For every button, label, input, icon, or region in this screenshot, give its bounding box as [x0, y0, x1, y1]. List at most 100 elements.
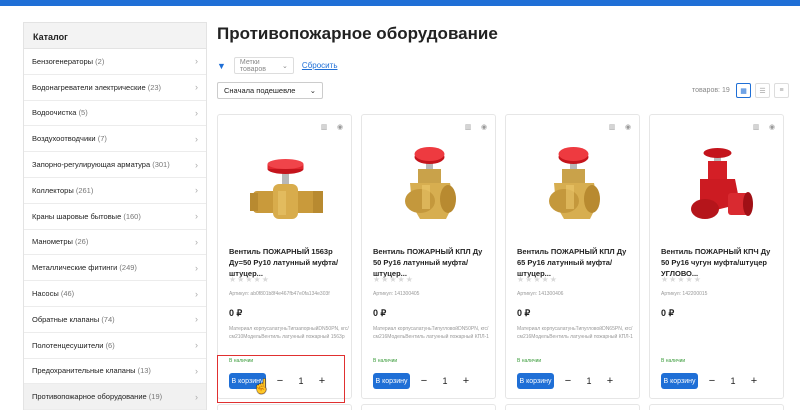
bar-chart-icon[interactable]: ▥ [319, 123, 329, 133]
sidebar-item-label: Полотенцесушители (6) [32, 340, 115, 350]
product-image[interactable] [526, 139, 621, 234]
sidebar-item-label: Предохранительные клапаны (13) [32, 366, 151, 376]
eye-icon[interactable]: ◉ [767, 123, 777, 133]
sidebar-item[interactable]: Полотенцесушители (6) › [24, 333, 206, 359]
sidebar-item-count: (23) [147, 82, 162, 92]
grid-view-icon[interactable]: ▦ [736, 83, 751, 98]
minus-icon[interactable]: − [561, 375, 575, 387]
eye-icon[interactable]: ◉ [479, 123, 489, 133]
product-card[interactable]: ▥ ◉ Вентиль ПОЖАРНЫЙ КПЛ Ду 65 Ру16 латунн… [505, 114, 640, 399]
catalog-header: Каталог [24, 23, 206, 49]
chevron-down-icon: ⌄ [282, 62, 288, 70]
sidebar-item-label: Краны шаровые бытовые (160) [32, 211, 141, 221]
chevron-right-icon: › [195, 82, 198, 93]
card-actions: ▥ ◉ [751, 123, 777, 133]
sidebar-item-count: (6) [105, 340, 115, 350]
product-card[interactable]: ▥ ◉ Вентиль ПОЖАРНЫЙ КПЛ Ду 50 Ру16 латунн… [361, 114, 496, 399]
catalog-sidebar: Каталог Бензогенераторы (2) › Водонагреват… [23, 22, 207, 410]
sidebar-item[interactable]: Обратные клапаны (74) › [24, 307, 206, 333]
sidebar-item[interactable]: Водонагреватели электрические (23) › [24, 75, 206, 101]
sidebar-item-label: Металлические фитинги (249) [32, 263, 137, 273]
filter-row: ▼ Метки товаров ⌄ Сбросить [217, 57, 337, 74]
sidebar-item[interactable]: Водоочистка (5) › [24, 101, 206, 127]
plus-icon[interactable]: + [603, 375, 617, 387]
quantity-value[interactable]: 1 [586, 376, 591, 386]
product-image[interactable] [382, 139, 477, 234]
plus-icon[interactable]: + [747, 375, 761, 387]
next-row-card [505, 404, 640, 410]
product-sku: Артикул: ab0f801b8f4e467fb47e0fa134e303f [229, 291, 330, 297]
rating-stars: ★★★★★ [229, 275, 270, 284]
stock-status: В наличии [517, 358, 542, 364]
sidebar-item-count: (7) [97, 134, 107, 144]
card-actions: ▥ ◉ [463, 123, 489, 133]
sidebar-item[interactable]: Манометры (26) › [24, 230, 206, 256]
product-card[interactable]: ▥ ◉ Вентиль ПОЖАРНЫЙ КПЧ Ду 50 Ру16 чугун … [649, 114, 784, 399]
sidebar-item-count: (74) [101, 314, 115, 324]
product-image[interactable] [670, 139, 765, 234]
quantity-stepper: − 1 + [417, 373, 473, 389]
minus-icon[interactable]: − [705, 375, 719, 387]
sidebar-item[interactable]: Насосы (46) › [24, 281, 206, 307]
sidebar-item-count: (46) [60, 289, 75, 299]
sidebar-item-label: Насосы (46) [32, 289, 75, 299]
add-to-cart-button[interactable]: В корзину [661, 373, 698, 389]
chevron-right-icon: › [195, 107, 198, 118]
sidebar-item[interactable]: Противопожарное оборудование (19) › [24, 384, 206, 410]
product-sku: Артикул: 141300405 [373, 291, 420, 297]
top-accent-bar [0, 0, 800, 6]
sidebar-item-count: (5) [78, 108, 88, 118]
rating-stars: ★★★★★ [373, 275, 414, 284]
sidebar-item-label: Противопожарное оборудование (19) [32, 392, 163, 402]
table-view-icon[interactable]: ≡ [774, 83, 789, 98]
sidebar-item[interactable]: Запорно-регулирующая арматура (301) › [24, 152, 206, 178]
chevron-right-icon: › [195, 262, 198, 273]
chevron-right-icon: › [195, 133, 198, 144]
product-price: 0 ₽ [661, 308, 675, 318]
add-to-cart-button[interactable]: В корзину [373, 373, 410, 389]
chevron-right-icon: › [195, 159, 198, 170]
sidebar-item[interactable]: Металлические фитинги (249) › [24, 255, 206, 282]
product-sku: Артикул: 141300406 [517, 291, 564, 297]
rating-stars: ★★★★★ [517, 275, 558, 284]
sidebar-item[interactable]: Коллекторы (261) › [24, 178, 206, 204]
chevron-right-icon: › [195, 56, 198, 67]
sidebar-item-count: (160) [123, 211, 141, 221]
card-actions: ▥ ◉ [607, 123, 633, 133]
sidebar-item[interactable]: Предохранительные клапаны (13) › [24, 359, 206, 385]
quantity-value[interactable]: 1 [730, 376, 735, 386]
sidebar-item-label: Запорно-регулирующая арматура (301) [32, 160, 170, 170]
product-image[interactable] [238, 139, 333, 234]
highlight-box [217, 355, 345, 403]
hand-cursor-icon: ☝ [253, 378, 271, 394]
bar-chart-icon[interactable]: ▥ [751, 123, 761, 133]
card-actions: ▥ ◉ [319, 123, 345, 133]
quantity-stepper: − 1 + [705, 373, 761, 389]
plus-icon[interactable]: + [459, 375, 473, 387]
products-count: товаров: 19 [692, 87, 730, 94]
sidebar-item-label: Манометры (26) [32, 237, 89, 247]
sidebar-item-label: Водонагреватели электрические (23) [32, 82, 162, 92]
tags-select[interactable]: Метки товаров ⌄ [233, 57, 294, 74]
page-title: Противопожарное оборудование [217, 24, 498, 43]
sidebar-item[interactable]: Бензогенераторы (2) › [24, 49, 206, 75]
quantity-value[interactable]: 1 [442, 376, 447, 386]
sidebar-item[interactable]: Воздухоотводчики (7) › [24, 126, 206, 153]
stock-status: В наличии [661, 358, 686, 364]
chevron-right-icon: › [195, 236, 198, 247]
quantity-stepper: − 1 + [561, 373, 617, 389]
eye-icon[interactable]: ◉ [623, 123, 633, 133]
list-view-icon[interactable]: ☰ [755, 83, 770, 98]
minus-icon[interactable]: − [417, 375, 431, 387]
filter-icon[interactable]: ▼ [217, 61, 226, 71]
add-to-cart-button[interactable]: В корзину [517, 373, 554, 389]
sidebar-item-count: (19) [148, 392, 163, 402]
reset-link[interactable]: Сбросить [302, 61, 338, 70]
bar-chart-icon[interactable]: ▥ [607, 123, 617, 133]
sort-select[interactable]: Сначала подешевле ⌄ [217, 82, 323, 99]
eye-icon[interactable]: ◉ [335, 123, 345, 133]
sidebar-item[interactable]: Краны шаровые бытовые (160) › [24, 204, 206, 230]
bar-chart-icon[interactable]: ▥ [463, 123, 473, 133]
sidebar-item-label: Водоочистка (5) [32, 108, 88, 118]
sidebar-item-label: Воздухоотводчики (7) [32, 134, 107, 144]
